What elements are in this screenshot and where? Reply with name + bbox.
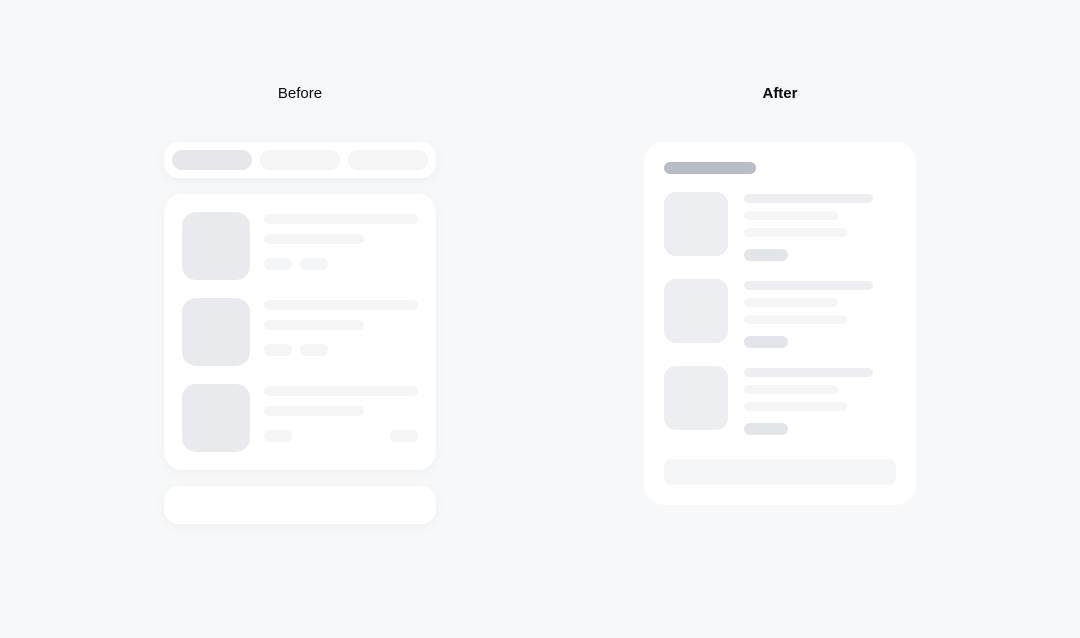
before-label: Before	[278, 85, 322, 102]
before-list-card	[164, 194, 436, 470]
thumbnail-placeholder	[664, 279, 728, 343]
after-mockup	[644, 142, 916, 505]
action-chip	[744, 336, 788, 348]
footer-bar	[664, 459, 896, 485]
before-footer-card	[164, 486, 436, 524]
thumbnail-placeholder	[664, 366, 728, 430]
tab-pill-active	[172, 150, 252, 170]
tab-pill	[260, 150, 340, 170]
list-row	[664, 279, 896, 348]
list-row	[182, 298, 418, 366]
list-row	[664, 366, 896, 435]
before-mockup	[164, 142, 436, 524]
header-chip	[664, 162, 756, 174]
thumbnail-placeholder	[182, 384, 250, 452]
action-chip	[744, 423, 788, 435]
list-row	[182, 384, 418, 452]
thumbnail-placeholder	[182, 212, 250, 280]
thumbnail-placeholder	[664, 192, 728, 256]
tab-pill	[348, 150, 428, 170]
thumbnail-placeholder	[182, 298, 250, 366]
after-label: After	[762, 85, 797, 102]
tabs-card	[164, 142, 436, 178]
action-chip	[744, 249, 788, 261]
list-row	[664, 192, 896, 261]
list-row	[182, 212, 418, 280]
